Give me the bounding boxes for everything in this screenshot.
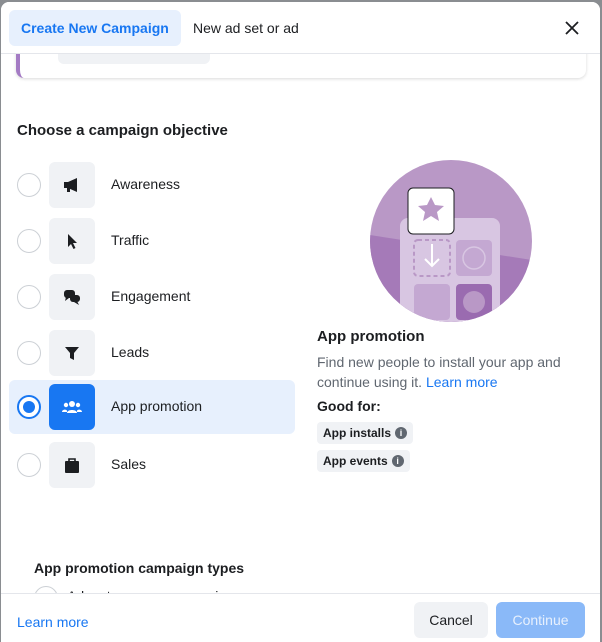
objective-awareness[interactable]: Awareness (9, 158, 295, 212)
close-icon[interactable] (562, 18, 582, 38)
continue-button[interactable]: Continue (496, 602, 585, 638)
good-for-label: Good for: (317, 398, 381, 414)
chip-label: App installs (323, 426, 392, 440)
cancel-button[interactable]: Cancel (414, 602, 488, 638)
detail-description: Find new people to install your app and … (317, 352, 587, 392)
info-icon[interactable]: i (391, 455, 404, 467)
radio-traffic[interactable] (17, 229, 41, 253)
dialog-header: Create New Campaign New ad set or ad (1, 2, 600, 54)
detail-learn-more-link[interactable]: Learn more (426, 374, 498, 390)
objective-label: Sales (111, 456, 147, 472)
people-icon (49, 384, 95, 430)
radio-awareness[interactable] (17, 173, 41, 197)
objective-label: App promotion (111, 398, 203, 414)
radio-leads[interactable] (17, 341, 41, 365)
objective-engagement[interactable]: Engagement (9, 270, 295, 324)
tab-new-ad-set-or-ad[interactable]: New ad set or ad (181, 10, 311, 46)
objective-label: Leads (111, 344, 150, 360)
radio-sales[interactable] (17, 453, 41, 477)
detail-title: App promotion (317, 328, 425, 345)
chip-app-installs: App installs i (317, 422, 414, 444)
create-campaign-dialog: Create New Campaign New ad set or ad Cho… (1, 2, 600, 642)
cursor-icon (49, 218, 95, 264)
chip-label: App events (323, 454, 388, 468)
objective-label: Awareness (111, 176, 181, 192)
objective-traffic[interactable]: Traffic (9, 214, 295, 268)
funnel-icon (49, 330, 95, 376)
objective-label: Engagement (111, 288, 191, 304)
objective-app-promotion[interactable]: App promotion (9, 380, 295, 434)
tab-create-new-campaign[interactable]: Create New Campaign (9, 10, 181, 46)
info-icon[interactable]: i (395, 427, 408, 439)
objective-sales[interactable]: Sales (9, 438, 295, 492)
radio-engagement[interactable] (17, 285, 41, 309)
chip-app-events: App events i (317, 450, 410, 472)
chat-bubbles-icon (49, 274, 95, 320)
objective-title: Choose a campaign objective (17, 122, 228, 139)
objective-leads[interactable]: Leads (9, 326, 295, 380)
objective-label: Traffic (111, 232, 150, 248)
radio-app-promotion[interactable] (17, 395, 41, 419)
app-promotion-illustration (370, 160, 532, 322)
campaign-types-title: App promotion campaign types (34, 560, 245, 576)
shopping-bag-icon (49, 442, 95, 488)
dialog-footer: Learn more Cancel Continue (1, 593, 600, 642)
footer-learn-more-link[interactable]: Learn more (17, 614, 89, 630)
megaphone-icon (49, 162, 95, 208)
